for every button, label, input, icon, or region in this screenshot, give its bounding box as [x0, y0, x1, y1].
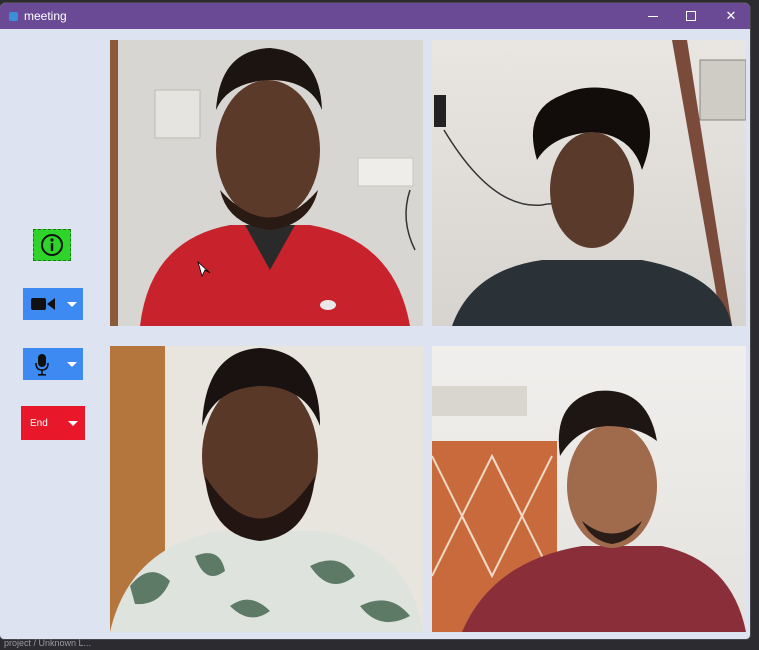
chevron-down-icon[interactable]	[67, 362, 77, 367]
minimize-icon	[648, 15, 658, 17]
close-icon: ✕	[725, 8, 737, 23]
title-bar[interactable]: meeting ✕	[0, 3, 750, 29]
microphone-toggle-button[interactable]	[23, 348, 83, 380]
camera-toggle-button[interactable]	[23, 288, 83, 320]
app-icon	[9, 12, 18, 21]
video-camera-icon	[31, 298, 55, 310]
end-call-button[interactable]: End	[21, 406, 85, 440]
video-tile	[432, 40, 746, 326]
chevron-down-icon[interactable]	[67, 302, 77, 307]
chevron-down-icon[interactable]	[68, 421, 78, 426]
end-call-label: End	[30, 418, 48, 429]
minimize-button[interactable]	[634, 3, 672, 29]
video-tile	[110, 346, 423, 632]
maximize-icon	[686, 11, 696, 21]
info-icon	[41, 234, 63, 256]
meeting-window: meeting ✕ End	[0, 3, 750, 639]
microphone-icon	[35, 354, 49, 376]
window-title: meeting	[24, 9, 67, 23]
video-tile	[110, 40, 423, 326]
taskbar-text: project / Unknown L...	[4, 638, 92, 648]
maximize-button[interactable]	[672, 3, 710, 29]
info-button[interactable]	[33, 229, 71, 261]
video-tile	[432, 346, 746, 632]
close-button[interactable]: ✕	[712, 3, 750, 29]
